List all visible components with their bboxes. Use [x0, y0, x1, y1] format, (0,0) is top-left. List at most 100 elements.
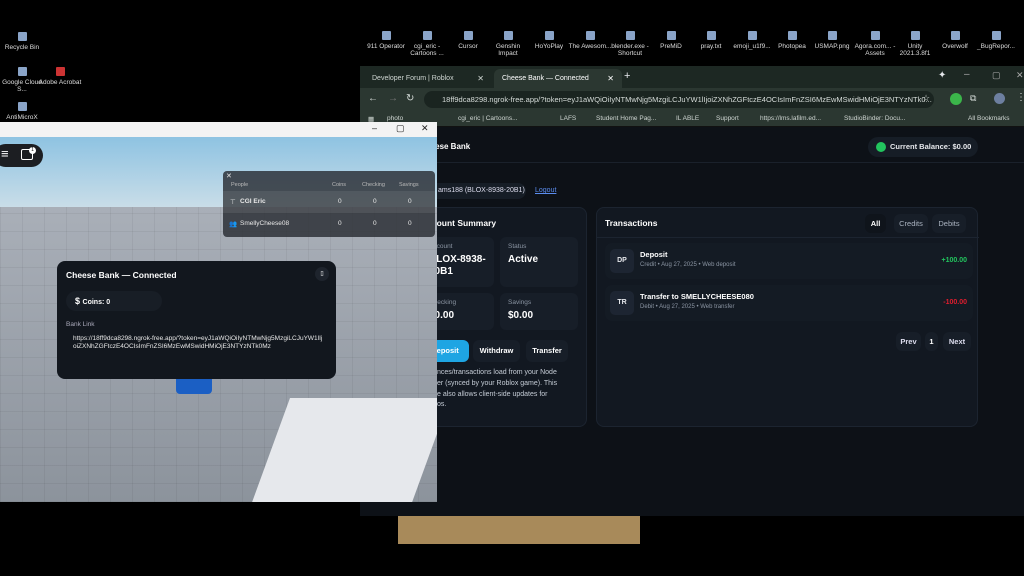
- tab-bar: Developer Forum | Roblox ✕ Cheese Bank — …: [360, 66, 1024, 88]
- transaction-badge: DP: [610, 249, 634, 273]
- coins-pill: $ Coins: 0: [66, 291, 162, 311]
- reload-icon[interactable]: ↻: [406, 93, 414, 104]
- close-window-button[interactable]: ✕: [421, 123, 429, 134]
- top-bar-pill: ≡ 1: [0, 144, 43, 167]
- desktop-icon[interactable]: The Awesom...: [568, 31, 612, 50]
- desktop-icon[interactable]: blender.exe - Shortcut: [608, 31, 652, 57]
- bookmark-student-home[interactable]: Student Home Pag...: [596, 115, 656, 122]
- file-icon: [910, 31, 920, 40]
- divider: [597, 237, 979, 238]
- minimize-button[interactable]: –: [372, 123, 377, 133]
- close-window-button[interactable]: ✕: [1016, 70, 1024, 81]
- page-number[interactable]: 1: [925, 332, 938, 351]
- bookmarks-bar: ▦ photo cgi_eric | Cartoons... LAFS Stud…: [360, 111, 1024, 127]
- desktop-icon-antimicrox[interactable]: AntiMicroX: [0, 102, 44, 121]
- maximize-button[interactable]: ▢: [396, 123, 405, 134]
- prev-button[interactable]: Prev: [896, 332, 921, 351]
- address-bar-row: ← → ↻ 18ff9dca8298.ngrok-free.app/?token…: [360, 88, 1024, 111]
- balance-pill: Current Balance: $0.00: [868, 137, 978, 157]
- transaction-badge: TR: [610, 291, 634, 315]
- transaction-amount: +100.00: [941, 257, 968, 264]
- desktop-icon[interactable]: pray.txt: [689, 31, 733, 50]
- sparkle-icon[interactable]: ✦: [938, 70, 946, 81]
- file-icon: [787, 31, 797, 40]
- desktop-icon[interactable]: PreMiD: [649, 31, 693, 50]
- url-input[interactable]: 18ff9dca8298.ngrok-free.app/?token=eyJ1a…: [424, 91, 934, 108]
- roblox-title-bar: – ▢ ✕: [0, 122, 437, 137]
- minimize-button[interactable]: –: [964, 69, 970, 80]
- transaction-row[interactable]: DP Deposit Credit • Aug 27, 2025 • Web dep…: [605, 243, 973, 279]
- back-icon[interactable]: ←: [368, 93, 378, 104]
- filter-debits[interactable]: Debits: [932, 214, 966, 233]
- tab-developer-forum[interactable]: Developer Forum | Roblox ✕: [364, 69, 492, 88]
- file-icon: [625, 31, 635, 40]
- leaderboard-row[interactable]: ⊤ CGI Eric 0 0 0: [223, 191, 435, 213]
- bank-link-text[interactable]: https://18ff9dca8298.ngrok-free.app/?tok…: [73, 335, 323, 351]
- desktop-icon[interactable]: emoji_u1f9...: [730, 31, 774, 50]
- forward-icon[interactable]: →: [388, 93, 398, 104]
- logout-link[interactable]: Logout: [535, 187, 556, 194]
- profile-avatar[interactable]: [994, 93, 1005, 104]
- desktop-icon[interactable]: cgi_eric - Cartoons ...: [405, 31, 449, 57]
- star-icon[interactable]: ☆: [922, 93, 930, 104]
- hamburger-menu-icon[interactable]: ≡: [1, 146, 9, 161]
- file-icon: [666, 31, 676, 40]
- bookmark-il-able[interactable]: IL ABLE: [676, 115, 699, 122]
- bookmark-lafs[interactable]: LAFS: [560, 115, 576, 122]
- file-icon: [706, 31, 716, 40]
- file-icon: [544, 31, 554, 40]
- close-tab-icon[interactable]: ✕: [477, 74, 484, 83]
- desktop-icon[interactable]: Genshin Impact: [486, 31, 530, 57]
- background-game-object: [398, 516, 640, 544]
- desktop-icon[interactable]: Agora.com... - Assets: [853, 31, 897, 57]
- status-box: Status Active: [500, 237, 578, 287]
- header-coins: Coins: [332, 182, 347, 188]
- withdraw-button[interactable]: Withdraw: [473, 340, 520, 362]
- desktop-icon[interactable]: Photopea: [770, 31, 814, 50]
- file-icon: [463, 31, 473, 40]
- desktop-icon[interactable]: Overwolf: [933, 31, 977, 50]
- extension-shield-icon[interactable]: [950, 93, 962, 105]
- transfer-button[interactable]: Transfer: [526, 340, 568, 362]
- file-icon: [585, 31, 595, 40]
- desktop-icon-recycle-bin[interactable]: Recycle Bin: [0, 32, 44, 51]
- maximize-button[interactable]: ▢: [992, 70, 1001, 81]
- header-savings: Savings: [399, 182, 419, 188]
- close-tab-icon[interactable]: ✕: [607, 74, 614, 83]
- filter-all[interactable]: All: [865, 214, 886, 233]
- transaction-amount: -100.00: [943, 299, 967, 306]
- filter-credits[interactable]: Credits: [894, 214, 928, 233]
- dollar-icon: $: [75, 296, 83, 306]
- file-icon: [950, 31, 960, 40]
- close-icon[interactable]: ✕: [226, 172, 232, 180]
- note-line: er (synced by your Roblox game). This: [437, 380, 558, 387]
- next-button[interactable]: Next: [943, 332, 971, 351]
- bookmark-lms[interactable]: https://lms.lafilm.ed...: [760, 115, 821, 122]
- cheese-bank-panel: Cheese Bank — Connected ▯ $ Coins: 0 Ban…: [57, 261, 336, 379]
- tab-cheese-bank[interactable]: Cheese Bank — Connected ✕: [494, 69, 622, 88]
- transactions-card: Transactions All Credits Debits DP Deposi…: [596, 207, 979, 427]
- bookmark-photo[interactable]: photo: [387, 115, 403, 122]
- bookmark-support[interactable]: Support: [716, 115, 739, 122]
- new-tab-button[interactable]: +: [624, 70, 630, 82]
- bookmark-all-bookmarks[interactable]: All Bookmarks: [968, 115, 1010, 122]
- note-line: e also allows client-side updates for: [437, 391, 548, 398]
- extensions-icon[interactable]: ⧉: [970, 93, 976, 104]
- desktop-icon[interactable]: 911 Operator: [364, 31, 408, 50]
- hammer-icon: ⊤: [230, 199, 236, 206]
- bookmark-cgi-eric[interactable]: cgi_eric | Cartoons...: [458, 115, 518, 122]
- desktop-icon[interactable]: Cursor: [446, 31, 490, 50]
- transaction-row[interactable]: TR Transfer to SMELLYCHEESE080 Debit • Aug…: [605, 285, 973, 321]
- menu-icon[interactable]: ⋮: [1016, 92, 1024, 103]
- desktop-icon[interactable]: _BugRepor...: [974, 31, 1018, 50]
- desktop-icon-adobe-acrobat[interactable]: Adobe Acrobat: [38, 67, 82, 86]
- bookmark-studiobinder[interactable]: StudioBinder: Docu...: [844, 115, 905, 122]
- desktop-icon[interactable]: USMAP.png: [810, 31, 854, 50]
- browser-window: Developer Forum | Roblox ✕ Cheese Bank — …: [360, 66, 1024, 516]
- desktop-icon[interactable]: Unity 2021.3.8f1: [893, 31, 937, 57]
- desktop-icon[interactable]: HoYoPlay: [527, 31, 571, 50]
- panel-title: Cheese Bank — Connected: [66, 270, 177, 280]
- header-people: People: [231, 182, 249, 188]
- leaderboard-row[interactable]: 👥 SmellyCheese08 0 0 0: [223, 213, 435, 235]
- minimize-panel-button[interactable]: ▯: [315, 267, 329, 281]
